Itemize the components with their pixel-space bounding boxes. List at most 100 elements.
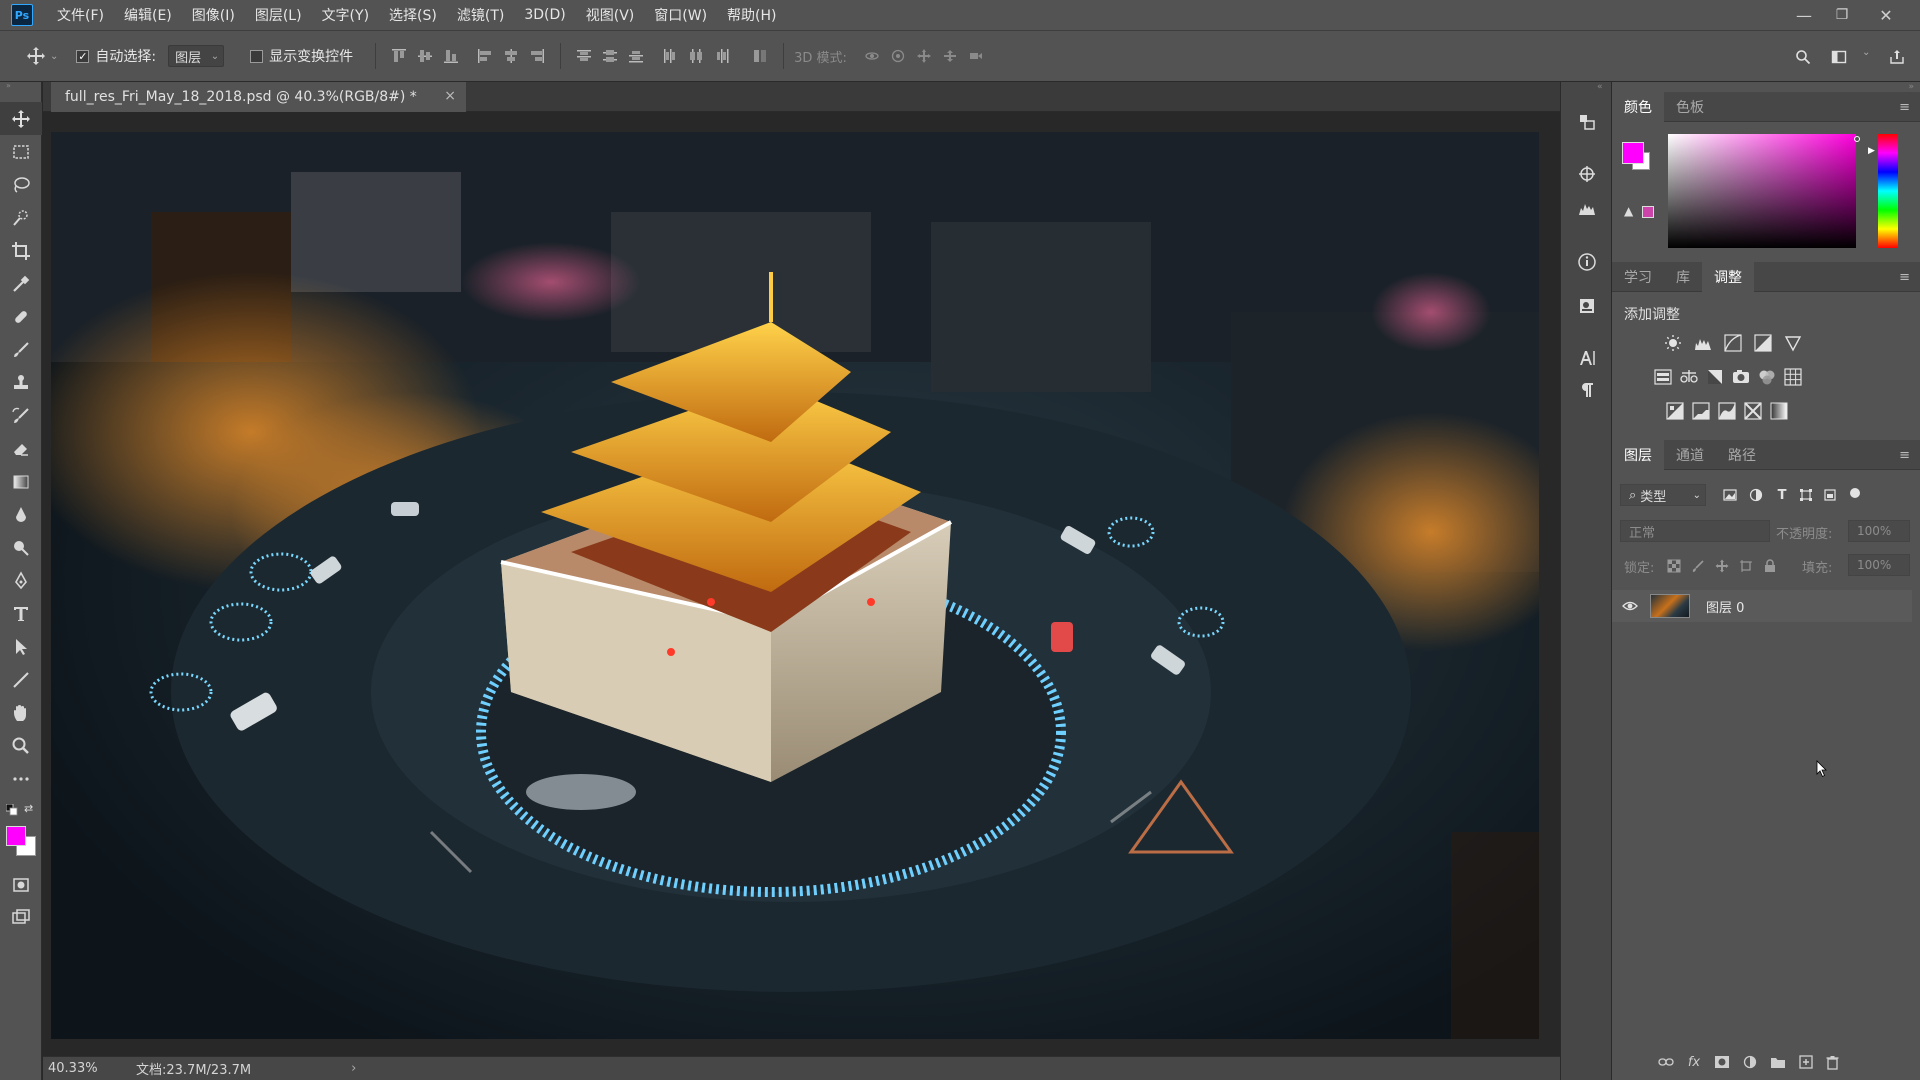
blur-tool-icon[interactable] [0,498,42,531]
info-icon[interactable] [1575,250,1599,274]
tab-libraries[interactable]: 库 [1664,262,1702,292]
menu-window[interactable]: 窗口(W) [644,0,717,30]
tab-layers[interactable]: 图层 [1612,439,1664,470]
distribute-right-icon[interactable] [709,43,735,69]
foreground-color-swatch[interactable] [6,826,26,846]
align-top-icon[interactable] [386,43,412,69]
tab-channels[interactable]: 通道 [1664,440,1716,470]
tab-learn[interactable]: 学习 [1612,262,1664,292]
swap-colors-icon[interactable]: ⇄ [24,802,38,816]
tab-adjustments[interactable]: 调整 [1702,261,1754,292]
lock-image-pixels-icon[interactable] [1688,556,1708,576]
vibrance-icon[interactable] [1782,332,1804,354]
menu-layer[interactable]: 图层(L) [245,0,312,30]
photo-filter-icon[interactable] [1730,366,1752,388]
3d-pan-icon[interactable] [911,43,937,69]
share-icon[interactable] [1884,44,1910,70]
healing-brush-tool-icon[interactable] [0,300,42,333]
quick-mask-icon[interactable] [0,868,42,901]
filter-adjustment-layer-icon[interactable] [1746,485,1766,505]
opacity-field[interactable]: 100% [1848,520,1910,542]
eraser-tool-icon[interactable] [0,432,42,465]
pen-tool-icon[interactable] [0,564,42,597]
hue-slider-marker-icon[interactable]: ▶ [1868,146,1875,156]
tab-color[interactable]: 颜色 [1612,91,1664,122]
distribute-top-icon[interactable] [571,43,597,69]
move-tool-preset-icon[interactable] [24,44,48,68]
search-icon[interactable] [1790,44,1816,70]
blend-mode-dropdown[interactable]: 正常 [1620,520,1770,542]
color-field[interactable] [1668,134,1856,248]
gamut-swatch[interactable] [1642,206,1654,218]
tab-swatches[interactable]: 色板 [1664,92,1716,122]
menu-filter[interactable]: 滤镜(T) [447,0,514,30]
document-tab[interactable]: full_res_Fri_May_18_2018.psd @ 40.3%(RGB… [51,82,466,112]
screen-mode-icon[interactable] [0,900,42,933]
paragraph-panel-icon[interactable] [1575,378,1599,402]
menu-view[interactable]: 视图(V) [576,0,645,30]
expand-panels-icon[interactable]: « [1597,82,1603,92]
zoom-level[interactable]: 40.33% [48,1061,118,1076]
threshold-icon[interactable] [1716,400,1738,422]
align-right-icon[interactable] [524,43,550,69]
3d-roll-icon[interactable] [885,43,911,69]
layer-style-fx-icon[interactable]: fx [1684,1052,1704,1072]
show-transform-checkbox[interactable] [250,49,264,63]
hand-tool-icon[interactable] [0,696,42,729]
hue-saturation-icon[interactable] [1652,366,1674,388]
zoom-tool-icon[interactable] [0,729,42,762]
panel-menu-icon[interactable]: ≡ [1899,100,1910,115]
lock-all-icon[interactable] [1760,556,1780,576]
distribute-hcenter-icon[interactable] [683,43,709,69]
brush-tool-icon[interactable] [0,333,42,366]
menu-edit[interactable]: 编辑(E) [114,0,182,30]
color-balance-icon[interactable] [1678,366,1700,388]
auto-select-target-dropdown[interactable]: 图层 ⌄ [168,45,225,67]
align-bottom-icon[interactable] [438,43,464,69]
brush-settings-icon[interactable] [1575,162,1599,186]
align-vertical-center-icon[interactable] [412,43,438,69]
color-picker-marker[interactable] [1854,136,1860,142]
workspace-dropdown-icon[interactable]: ⌄ [1862,47,1870,58]
filter-toggle-icon[interactable] [1850,488,1860,498]
close-document-icon[interactable]: × [444,88,456,104]
3d-orbit-icon[interactable] [859,43,885,69]
levels-icon[interactable] [1692,332,1714,354]
menu-file[interactable]: 文件(F) [47,0,114,30]
line-tool-icon[interactable] [0,663,42,696]
selective-color-icon[interactable] [1742,400,1764,422]
filter-type-layer-icon[interactable]: T [1772,485,1792,505]
crop-tool-icon[interactable] [0,234,42,267]
new-layer-icon[interactable] [1796,1052,1816,1072]
brightness-contrast-icon[interactable] [1662,332,1684,354]
panel-menu-icon[interactable]: ≡ [1899,448,1910,463]
workspace-icon[interactable] [1826,44,1852,70]
preset-dropdown-icon[interactable]: ⌄ [50,51,58,62]
tab-paths[interactable]: 路径 [1716,440,1768,470]
panel-menu-icon[interactable]: ≡ [1899,270,1910,285]
canvas-area[interactable] [43,112,1560,1056]
gradient-map-icon[interactable] [1768,400,1790,422]
black-white-icon[interactable] [1704,366,1726,388]
menu-type[interactable]: 文字(Y) [312,0,379,30]
history-brush-tool-icon[interactable] [0,399,42,432]
minimize-button[interactable]: — [1786,0,1822,30]
distribute-bottom-icon[interactable] [623,43,649,69]
align-left-icon[interactable] [472,43,498,69]
curves-icon[interactable] [1722,332,1744,354]
auto-align-icon[interactable] [747,43,773,69]
menu-help[interactable]: 帮助(H) [717,0,786,30]
dodge-tool-icon[interactable] [0,531,42,564]
collapse-right-panels-icon[interactable]: » [1908,82,1914,92]
eyedropper-tool-icon[interactable] [0,267,42,300]
status-menu-arrow-icon[interactable]: › [351,1061,356,1076]
clone-stamp-tool-icon[interactable] [0,366,42,399]
filter-pixel-layer-icon[interactable] [1720,485,1740,505]
channel-mixer-icon[interactable] [1756,366,1778,388]
auto-select-checkbox[interactable]: ✓ [76,49,90,63]
filter-smart-object-icon[interactable] [1820,485,1840,505]
collapse-toolbar-icon[interactable]: » [0,82,41,90]
invert-icon[interactable] [1664,400,1686,422]
gradient-tool-icon[interactable] [0,465,42,498]
lasso-tool-icon[interactable] [0,168,42,201]
